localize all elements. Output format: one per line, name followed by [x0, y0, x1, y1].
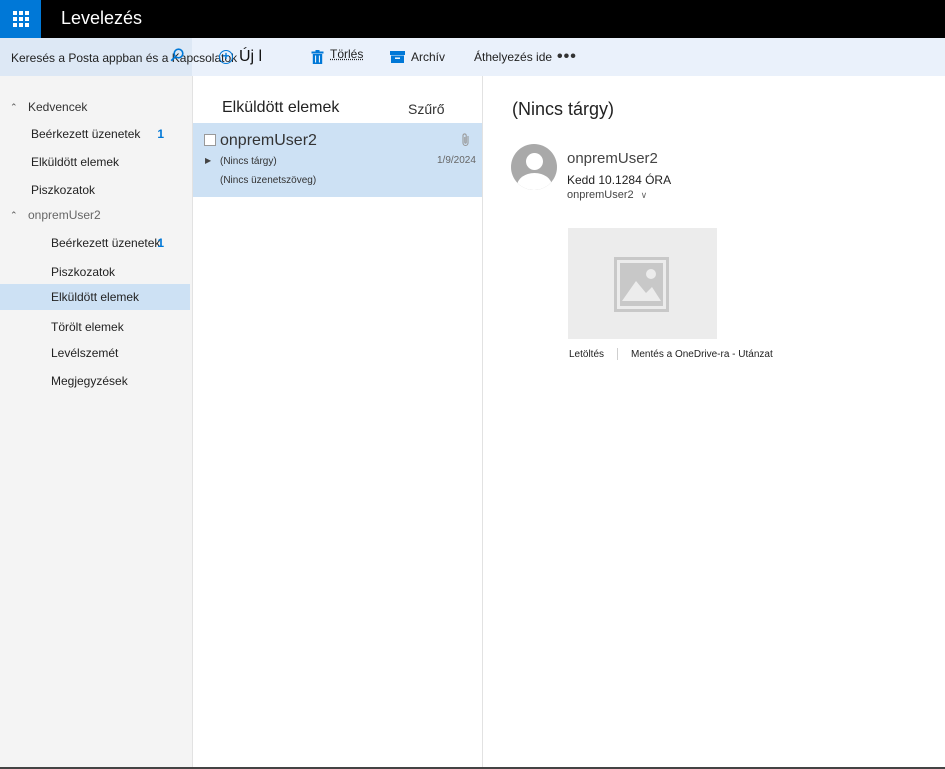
chevron-up-icon: ⌃ — [10, 101, 18, 112]
folder-item-inbox[interactable]: Beérkezett üzenetek 1 — [0, 230, 190, 256]
new-message-label: Új l — [239, 48, 263, 65]
folder-label: Levélszemét — [51, 346, 119, 360]
new-message-button[interactable]: + Új l — [219, 38, 262, 76]
folder-item-deleted[interactable]: Törölt elemek — [0, 314, 190, 340]
message-preview: (Nincs üzenetszöveg) — [220, 175, 317, 186]
favorites-label: Kedvencek — [28, 100, 88, 114]
sent-timestamp: Kedd 10.1284 ÓRA — [567, 173, 672, 187]
app-launcher-button[interactable] — [0, 0, 41, 38]
folder-label: Törölt elemek — [51, 320, 124, 334]
move-to-button[interactable]: Áthelyezés ide — [474, 38, 552, 76]
favorite-item-drafts[interactable]: Piszkozatok — [0, 177, 190, 203]
sender-name[interactable]: onpremUser2 — [567, 150, 658, 167]
favorites-group-header[interactable]: ⌃ Kedvencek — [0, 97, 87, 117]
avatar — [511, 144, 557, 190]
recipient-line[interactable]: onpremUser2 ∨ — [567, 189, 647, 201]
folder-label: Piszkozatok — [51, 265, 116, 279]
message-sender: onpremUser2 — [220, 132, 317, 149]
folder-label: Megjegyzések — [51, 374, 128, 388]
image-placeholder-icon — [614, 257, 669, 312]
folder-item-sent[interactable]: Elküldött elemek — [0, 284, 190, 310]
archive-icon — [390, 51, 405, 63]
search-box[interactable]: Keresés a Posta appban és a Kapcsolatok — [0, 38, 237, 76]
expand-triangle-icon[interactable]: ▶ — [205, 156, 211, 165]
search-input[interactable]: Keresés a Posta appban és a Kapcsolatok — [11, 51, 237, 65]
download-link[interactable]: Letöltés — [569, 349, 604, 360]
move-to-label: Áthelyezés ide — [474, 50, 553, 64]
delete-label: Törlés — [330, 47, 364, 61]
attachment-actions: Letöltés Mentés a OneDrive-ra - Utánzat — [569, 348, 773, 360]
folder-item-junk[interactable]: Levélszemét — [0, 340, 190, 366]
search-icon[interactable] — [170, 48, 184, 62]
folder-item-drafts[interactable]: Piszkozatok — [0, 259, 190, 285]
message-subject: (Nincs tárgy) — [220, 156, 277, 167]
folder-label: Elküldött elemek — [51, 290, 140, 304]
double-chevron-down-icon: ∨ — [640, 189, 648, 200]
folder-label: Elküldött elemek — [31, 155, 120, 169]
divider — [617, 348, 619, 360]
delete-button[interactable]: Törlés — [311, 38, 363, 76]
favorite-item-sent[interactable]: Elküldött elemek — [0, 149, 190, 175]
message-list-title: Elküldött elemek — [222, 99, 340, 116]
unread-count: 1 — [157, 127, 164, 141]
message-date: 1/9/2024 — [437, 155, 476, 166]
account-group-header[interactable]: ⌃ onpremUser2 — [0, 205, 101, 225]
filter-button[interactable]: Szűrő — [408, 101, 445, 117]
reading-pane: (Nincs tárgy) onpremUser2 Kedd 10.1284 Ó… — [484, 76, 945, 769]
app-title: Levelezés — [61, 8, 143, 28]
folder-item-notes[interactable]: Megjegyzések — [0, 368, 190, 394]
folder-label: Piszkozatok — [31, 183, 96, 197]
more-actions-button[interactable]: ••• — [557, 38, 577, 76]
folder-label: Beérkezett üzenetek — [51, 236, 161, 250]
message-list-pane: Elküldött elemek Szűrő onpremUser2 ▶ (Ni… — [193, 76, 483, 769]
attachment-thumbnail[interactable] — [568, 228, 717, 339]
unread-count: 1 — [157, 236, 164, 250]
save-to-onedrive-link[interactable]: Mentés a OneDrive-ra - Utánzat — [631, 349, 773, 360]
folder-label: Beérkezett üzenetek — [31, 127, 141, 141]
trash-icon — [311, 50, 324, 64]
message-checkbox[interactable] — [204, 134, 216, 146]
chevron-up-icon: ⌃ — [10, 209, 18, 220]
account-label: onpremUser2 — [28, 208, 101, 222]
archive-label: Archív — [411, 50, 446, 64]
command-bar: Keresés a Posta appban és a Kapcsolatok … — [0, 38, 945, 76]
plus-icon: + — [219, 50, 233, 64]
app-launcher-icon — [12, 11, 29, 27]
top-header-bar: Levelezés — [0, 0, 945, 38]
paperclip-icon — [462, 133, 469, 147]
more-icon: ••• — [557, 48, 577, 65]
archive-button[interactable]: Archív — [390, 38, 445, 76]
folder-pane: ⌃ Kedvencek Beérkezett üzenetek 1 Elküld… — [0, 76, 193, 769]
message-list-item[interactable]: onpremUser2 ▶ (Nincs tárgy) 1/9/2024 (Ni… — [193, 123, 482, 197]
favorite-item-inbox[interactable]: Beérkezett üzenetek 1 — [0, 121, 190, 147]
recipient-name: onpremUser2 — [567, 189, 634, 201]
person-icon — [526, 153, 543, 170]
reading-subject: (Nincs tárgy) — [512, 99, 615, 119]
